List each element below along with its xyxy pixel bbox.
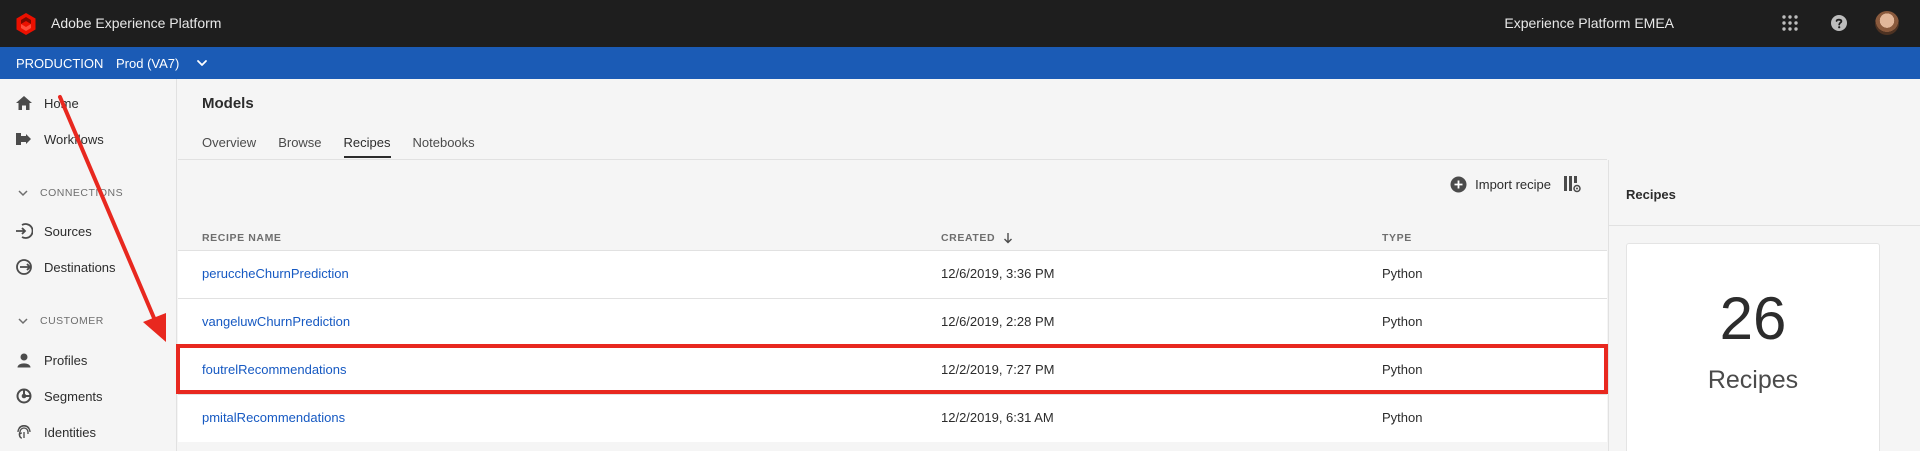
recipes-count-card: 26 Recipes — [1626, 243, 1880, 451]
recipes-count: 26 — [1719, 285, 1787, 352]
table-row[interactable]: peruccheChurnPrediction 12/6/2019, 3:36 … — [178, 250, 1607, 298]
page-title: Models — [202, 95, 254, 112]
recipe-name-link[interactable]: peruccheChurnPrediction — [202, 266, 349, 281]
recipe-type: Python — [1382, 314, 1423, 329]
chevron-down-icon[interactable] — [196, 57, 208, 69]
nav-item-identities[interactable]: Identities — [14, 423, 96, 441]
nav-item-segments[interactable]: Segments — [14, 387, 103, 405]
fingerprint-icon — [14, 423, 34, 441]
recipes-summary-rail: Recipes 26 Recipes — [1608, 160, 1920, 451]
tabs-divider — [178, 159, 1607, 160]
app-title[interactable]: Adobe Experience Platform — [51, 15, 221, 31]
table-actions: Import recipe — [1450, 175, 1581, 193]
add-circle-icon — [1450, 176, 1467, 192]
nav-item-workflows[interactable]: Workflows — [14, 130, 104, 148]
column-settings-icon[interactable] — [1563, 175, 1581, 193]
nav-item-label: Workflows — [44, 131, 104, 147]
tab-notebooks[interactable]: Notebooks — [413, 135, 475, 158]
nav-item-profiles[interactable]: Profiles — [14, 351, 87, 369]
recipe-name-link[interactable]: pmitalRecommendations — [202, 410, 345, 425]
app-switcher-grid-icon[interactable] — [1781, 14, 1799, 32]
nav-item-label: Segments — [44, 388, 103, 404]
tab-overview[interactable]: Overview — [202, 135, 256, 158]
import-recipe-button[interactable]: Import recipe — [1450, 176, 1551, 193]
help-icon[interactable] — [1830, 14, 1848, 32]
nav-item-label: Sources — [44, 223, 92, 239]
rail-title: Recipes — [1626, 187, 1676, 202]
nav-item-destinations[interactable]: Destinations — [14, 258, 116, 276]
nav-item-label: Destinations — [44, 259, 116, 275]
sandbox-type-label: PRODUCTION — [16, 56, 104, 71]
segments-icon — [14, 387, 34, 405]
import-recipe-label: Import recipe — [1475, 176, 1551, 192]
sort-descending-icon — [1004, 233, 1013, 244]
tab-recipes[interactable]: Recipes — [343, 135, 391, 158]
workflows-icon — [14, 130, 34, 148]
column-header-type[interactable]: TYPE — [1382, 232, 1412, 244]
recipe-created: 12/6/2019, 3:36 PM — [941, 266, 1055, 281]
nav-item-label: Home — [44, 95, 79, 111]
nav-item-label: Profiles — [44, 352, 88, 368]
recipe-created: 12/6/2019, 2:28 PM — [941, 314, 1055, 329]
user-avatar[interactable] — [1875, 11, 1899, 35]
recipe-created: 12/2/2019, 7:27 PM — [941, 362, 1055, 377]
chevron-down-icon — [18, 190, 28, 197]
column-header-recipe-name[interactable]: RECIPE NAME — [202, 232, 282, 244]
recipe-created: 12/2/2019, 6:31 AM — [941, 410, 1054, 425]
recipe-type: Python — [1382, 266, 1423, 281]
nav-section-customer[interactable]: CUSTOMER — [18, 315, 104, 327]
nav-section-label: CUSTOMER — [40, 315, 104, 327]
shell-header: Adobe Experience Platform Experience Pla… — [0, 0, 1920, 47]
nav-section-label: CONNECTIONS — [40, 187, 124, 199]
table-row[interactable]: vangeluwChurnPrediction 12/6/2019, 2:28 … — [178, 298, 1607, 346]
recipe-name-link[interactable]: foutrelRecommendations — [202, 362, 347, 377]
recipe-name-link[interactable]: vangeluwChurnPrediction — [202, 314, 350, 329]
nav-section-connections[interactable]: CONNECTIONS — [18, 187, 123, 199]
tab-list: Overview Browse Recipes Notebooks — [202, 135, 497, 158]
main-content: Models Overview Browse Recipes Notebooks… — [178, 79, 1607, 451]
recipe-type: Python — [1382, 362, 1423, 377]
destinations-icon — [14, 258, 34, 276]
user-icon — [14, 351, 34, 369]
tab-browse[interactable]: Browse — [278, 135, 321, 158]
recipes-count-label: Recipes — [1707, 366, 1799, 394]
sandbox-bar: PRODUCTION Prod (VA7) — [0, 47, 1920, 79]
column-header-label: RECIPE NAME — [202, 232, 282, 244]
column-header-created[interactable]: CREATED — [941, 232, 1013, 244]
nav-item-home[interactable]: Home — [14, 94, 79, 112]
sources-icon — [14, 222, 34, 240]
chevron-down-icon — [18, 318, 28, 325]
home-icon — [14, 94, 34, 112]
column-header-label: CREATED — [941, 232, 996, 244]
nav-item-sources[interactable]: Sources — [14, 222, 92, 240]
table-row[interactable]: foutrelRecommendations 12/2/2019, 7:27 P… — [178, 346, 1607, 394]
org-switcher[interactable]: Experience Platform EMEA — [1504, 15, 1674, 31]
column-header-label: TYPE — [1382, 232, 1412, 244]
table-row[interactable]: pmitalRecommendations 12/2/2019, 6:31 AM… — [178, 394, 1607, 442]
sandbox-switcher[interactable]: Prod (VA7) — [116, 56, 179, 71]
nav-item-label: Identities — [44, 424, 97, 440]
recipe-type: Python — [1382, 410, 1423, 425]
rail-divider — [1609, 225, 1920, 226]
left-navigation: Home Workflows CONNECTIONS Sources Desti… — [0, 79, 177, 451]
adobe-experience-platform-logo-icon[interactable] — [14, 12, 38, 36]
